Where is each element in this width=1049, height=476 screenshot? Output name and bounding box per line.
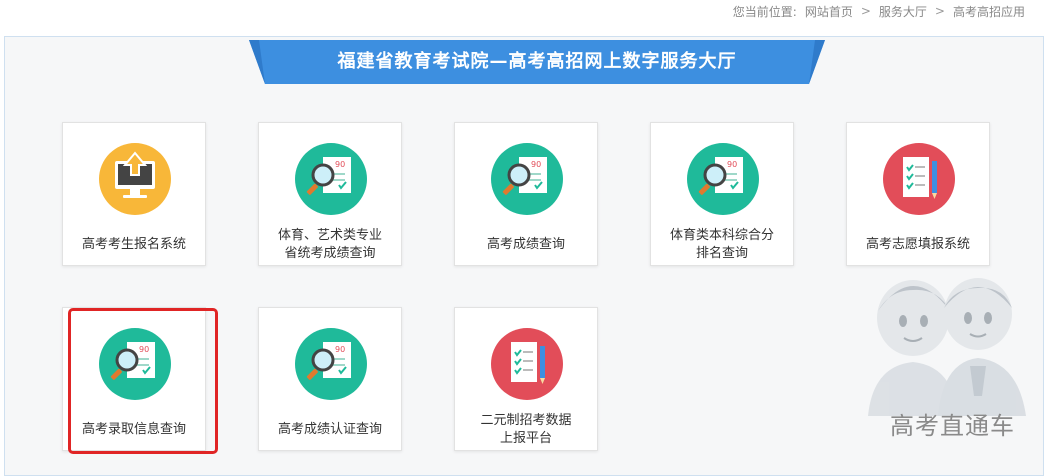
tile-label: 高考考生报名系统 [81,237,186,252]
magnifier-report-icon: 90 [687,143,759,215]
magnifier-report-icon: 90 [295,143,367,215]
breadcrumb-separator: > [934,4,945,18]
computer-upload-icon [99,143,171,215]
mascot-caption: 高考直通车 [890,412,1015,440]
tile-label: 体育、艺术类专业 省统考成绩查询 [277,228,382,261]
breadcrumb: 您当前位置: 网站首页 > 服务大厅 > 高考高招应用 [733,2,1025,20]
tile-score-query[interactable]: 90 高考成绩查询 [454,122,598,266]
tile-sports-arts-score[interactable]: 90 体育、艺术类专业 省统考成绩查询 [258,122,402,266]
page-banner: 福建省教育考试院—高考高招网上数字服务大厅 [249,40,825,84]
tile-admission-query[interactable]: 90 高考录取信息查询 [62,307,206,451]
tile-score-certification[interactable]: 90 高考成绩认证查询 [258,307,402,451]
mascot-students-icon [868,278,1026,416]
tile-label: 高考录取信息查询 [81,422,186,437]
tile-label: 二元制招考数据 上报平台 [480,413,572,446]
mascot-illustration [858,266,1038,416]
tile-label: 体育类本科综合分 排名查询 [669,228,774,261]
page-title: 福建省教育考试院—高考高招网上数字服务大厅 [337,51,737,72]
tile-label: 高考志愿填报系统 [865,237,970,252]
tile-label: 高考成绩查询 [486,237,565,252]
svg-text:90: 90 [335,345,345,354]
svg-text:90: 90 [139,345,149,354]
checklist-pen-icon [883,143,955,215]
breadcrumb-item-gaokao-apps[interactable]: 高考高招应用 [953,3,1025,20]
breadcrumb-prefix: 您当前位置: [732,4,797,19]
magnifier-report-icon: 90 [295,328,367,400]
breadcrumb-separator: > [860,4,871,18]
magnifier-report-icon: 90 [491,143,563,215]
breadcrumb-item-home[interactable]: 网站首页 [805,3,853,20]
tile-registration[interactable]: 高考考生报名系统 [62,122,206,266]
tile-dual-system-data[interactable]: 二元制招考数据 上报平台 [454,307,598,451]
magnifier-report-icon: 90 [99,328,171,400]
breadcrumb-item-service-hall[interactable]: 服务大厅 [879,3,927,20]
tile-label: 高考成绩认证查询 [277,422,382,437]
checklist-pen-icon [491,328,563,400]
svg-text:90: 90 [727,160,737,169]
tile-sports-ranking[interactable]: 90 体育类本科综合分 排名查询 [650,122,794,266]
svg-text:90: 90 [531,160,541,169]
tile-application-system[interactable]: 高考志愿填报系统 [846,122,990,266]
svg-text:90: 90 [335,160,345,169]
